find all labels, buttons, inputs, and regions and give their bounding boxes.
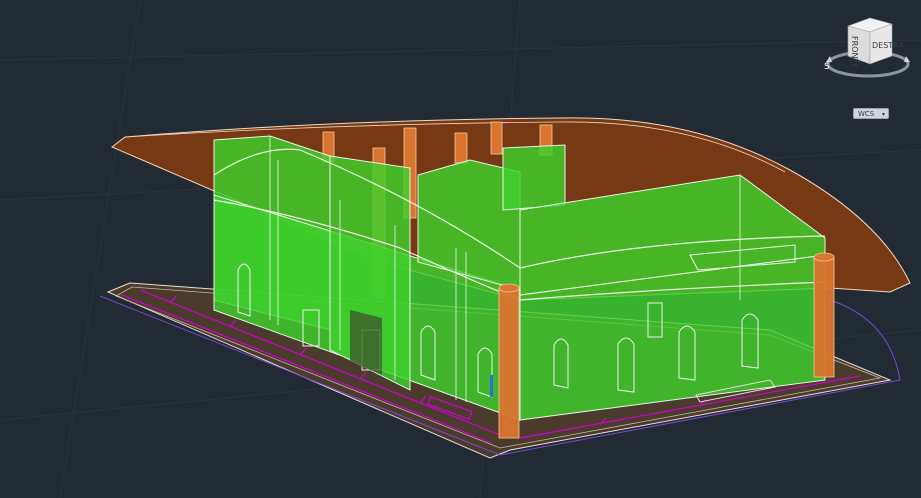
viewcube-right-label: DESTRA: [872, 41, 904, 50]
viewcube-front-label: FRONTE: [850, 36, 859, 68]
building-3d-model: [0, 0, 921, 498]
ucs-dropdown[interactable]: WCS ▾: [853, 108, 889, 119]
ucs-dropdown-label: WCS: [858, 110, 875, 118]
ucs-marker: [490, 375, 493, 397]
viewcube[interactable]: FRONTE DESTRA S: [822, 12, 914, 86]
viewcube-south-marker: S: [824, 62, 830, 72]
model-viewport[interactable]: FRONTE DESTRA S WCS ▾: [0, 0, 921, 498]
chevron-down-icon: ▾: [881, 111, 885, 118]
